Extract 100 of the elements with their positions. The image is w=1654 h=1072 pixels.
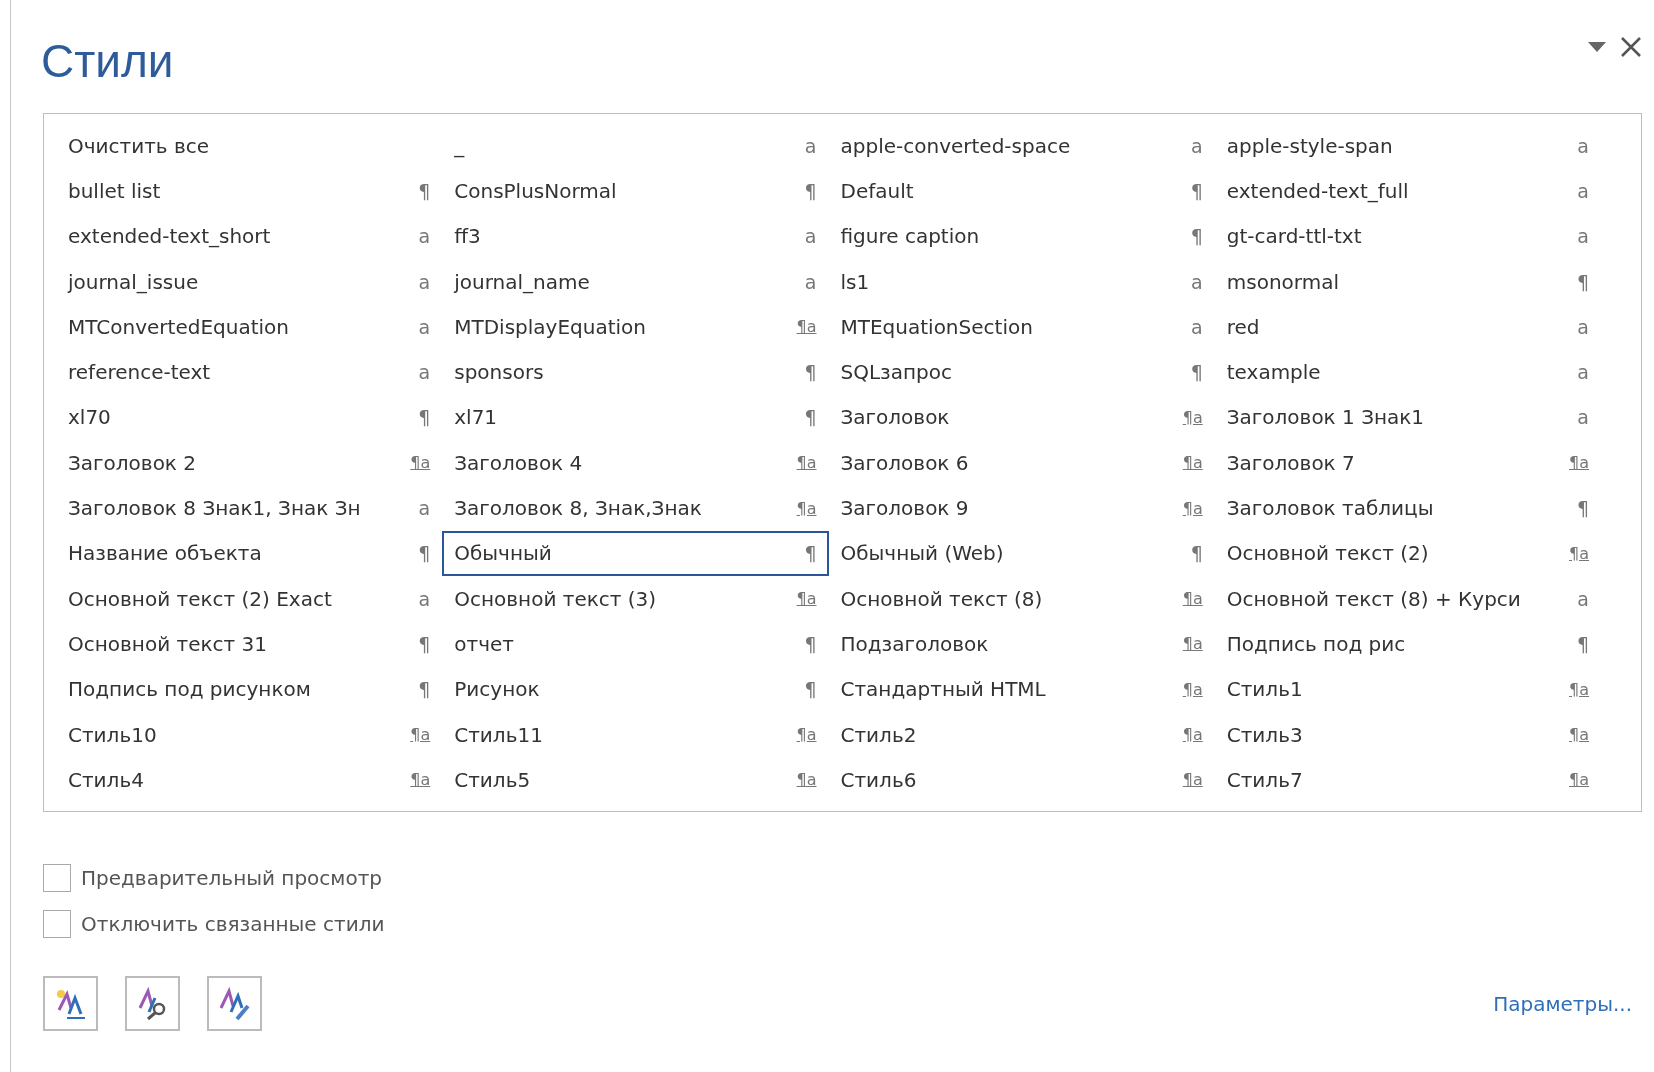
style-item[interactable]: Основной текст (3) ¶a	[442, 575, 829, 622]
style-type-mark: ¶	[418, 179, 431, 202]
style-item[interactable]: extended-text_full a	[1214, 168, 1601, 214]
style-item[interactable]: apple-style-span a	[1214, 123, 1601, 169]
style-item[interactable]: Стиль3 ¶a	[1214, 711, 1601, 758]
style-item[interactable]: red a	[1214, 304, 1601, 350]
style-item[interactable]: Подзаголовок ¶a	[828, 621, 1215, 667]
style-item[interactable]: extended-text_short a	[56, 213, 443, 259]
style-item[interactable]: ff3 a	[442, 213, 829, 259]
style-item[interactable]: Стиль11 ¶a	[442, 711, 829, 758]
style-type-mark: ¶	[1576, 497, 1589, 519]
style-item[interactable]: Основной текст (2) Exact a	[56, 575, 443, 622]
style-item[interactable]: bullet list ¶	[56, 168, 443, 214]
style-item[interactable]: Основной текст (8) + Курси a	[1214, 575, 1601, 622]
style-item[interactable]: ls1 a	[828, 258, 1215, 305]
style-type-mark: ¶a	[1182, 589, 1203, 609]
style-item[interactable]: Стиль7 ¶a	[1214, 757, 1601, 803]
style-item[interactable]: Обычный (Web) ¶	[828, 530, 1215, 576]
style-type-mark: ¶a	[796, 453, 817, 473]
style-type-mark: ¶a	[1182, 770, 1203, 790]
style-type-mark: ¶	[418, 542, 431, 565]
style-item[interactable]: gt-card-ttl-txt a	[1214, 213, 1601, 259]
style-item[interactable]: msonormal ¶	[1214, 258, 1601, 305]
style-item[interactable]: Основной текст 31 ¶	[56, 621, 443, 667]
style-item[interactable]: Стандартный HTML ¶a	[828, 666, 1215, 712]
checkbox[interactable]	[43, 864, 71, 893]
style-item[interactable]: Заголовок 4 ¶a	[442, 440, 829, 486]
style-item[interactable]: Default ¶	[828, 168, 1215, 214]
style-type-mark: ¶a	[1182, 634, 1203, 654]
style-item[interactable]: xl71 ¶	[442, 394, 829, 441]
style-type-mark: a	[418, 225, 431, 248]
style-item[interactable]: Заголовок 2 ¶a	[56, 440, 443, 486]
style-type-mark: a	[1577, 361, 1589, 384]
style-item[interactable]: reference-text a	[56, 349, 443, 395]
style-item[interactable]: Заголовок 1 Знак1 a	[1214, 394, 1601, 441]
style-item[interactable]: Стиль2 ¶a	[828, 711, 1215, 758]
style-item[interactable]: Стиль6 ¶a	[828, 757, 1215, 803]
style-type-mark: ¶a	[1569, 453, 1589, 473]
style-item[interactable]: Рисунок ¶	[442, 666, 829, 712]
style-type-mark: a	[418, 270, 431, 293]
style-item[interactable]: Основной текст (8) ¶a	[828, 575, 1215, 622]
toolbar-button[interactable]	[125, 976, 180, 1032]
style-type-mark: a	[418, 587, 431, 610]
style-type-mark: ¶	[1190, 361, 1203, 384]
style-type-mark: ¶	[804, 542, 817, 565]
style-item[interactable]: Стиль10 ¶a	[56, 711, 443, 758]
toolbar-button[interactable]	[43, 976, 98, 1032]
style-type-mark: a	[804, 134, 817, 157]
style-item[interactable]: journal_name a	[442, 258, 829, 305]
style-type-mark: a	[1577, 225, 1589, 248]
style-type-mark: a	[804, 270, 817, 293]
style-item[interactable]: Подпись под рис ¶	[1214, 621, 1601, 667]
dropdown-icon[interactable]	[1588, 41, 1606, 52]
style-type-mark: ¶a	[1182, 498, 1203, 518]
toolbar-button[interactable]	[207, 976, 262, 1032]
style-item[interactable]: journal_issue a	[56, 258, 443, 305]
style-item[interactable]: Подпись под рисунком ¶	[56, 666, 443, 712]
style-item[interactable]: отчет ¶	[442, 621, 829, 667]
style-item[interactable]: Стиль4 ¶a	[56, 757, 443, 803]
style-item[interactable]: sponsors ¶	[442, 349, 829, 395]
style-type-mark: ¶a	[1569, 725, 1589, 744]
style-item[interactable]: apple-converted-space a	[828, 123, 1215, 169]
style-item[interactable]: xl70 ¶	[56, 394, 443, 441]
style-type-mark: ¶	[1190, 542, 1203, 565]
style-item[interactable]: Заголовок таблицы ¶	[1214, 485, 1601, 531]
style-item[interactable]: Очистить все	[56, 123, 443, 169]
style-item[interactable]: figure caption ¶	[828, 213, 1215, 259]
style-type-mark: ¶	[418, 406, 431, 429]
style-type-mark: ¶a	[1182, 407, 1203, 427]
style-item[interactable]: Стиль5 ¶a	[442, 757, 829, 803]
style-item[interactable]: MTEquationSection a	[828, 304, 1215, 350]
style-item[interactable]: Заголовок 7 ¶a	[1214, 440, 1601, 486]
style-type-mark: a	[1577, 587, 1589, 610]
close-icon[interactable]	[1620, 35, 1642, 58]
checkbox[interactable]	[43, 910, 71, 939]
style-item[interactable]: texample a	[1214, 349, 1601, 395]
style-item[interactable]: MTConvertedEquation a	[56, 304, 443, 350]
style-type-mark: a	[418, 361, 431, 384]
style-type-mark: ¶a	[410, 453, 431, 473]
style-item[interactable]: MTDisplayEquation ¶a	[442, 304, 829, 350]
style-type-mark: ¶	[804, 406, 817, 429]
style-item[interactable]: Заголовок ¶a	[828, 394, 1215, 441]
style-type-mark: ¶	[1190, 225, 1203, 248]
style-item[interactable]: Заголовок 8 Знак1, Знак Зн a	[56, 485, 443, 531]
options-link[interactable]: Параметры...	[1493, 991, 1632, 1016]
style-type-mark: ¶	[804, 632, 817, 655]
style-item[interactable]: Название объекта ¶	[56, 530, 443, 576]
style-type-mark: a	[1577, 315, 1589, 338]
style-item[interactable]: _ a	[442, 123, 829, 169]
style-type-mark: a	[1577, 134, 1589, 157]
style-type-mark: ¶a	[1182, 453, 1203, 473]
style-item[interactable]: Заголовок 8, Знак,Знак ¶a	[442, 485, 829, 531]
style-type-mark: a	[1191, 315, 1203, 338]
style-item[interactable]: SQLзапрос ¶	[828, 349, 1215, 395]
style-item[interactable]: Обычный ¶	[442, 530, 829, 576]
style-item[interactable]: Стиль1 ¶a	[1214, 666, 1601, 712]
style-item[interactable]: Заголовок 9 ¶a	[828, 485, 1215, 531]
style-item[interactable]: Основной текст (2) ¶a	[1214, 530, 1601, 576]
style-item[interactable]: Заголовок 6 ¶a	[828, 440, 1215, 486]
style-item[interactable]: ConsPlusNormal ¶	[442, 168, 829, 214]
